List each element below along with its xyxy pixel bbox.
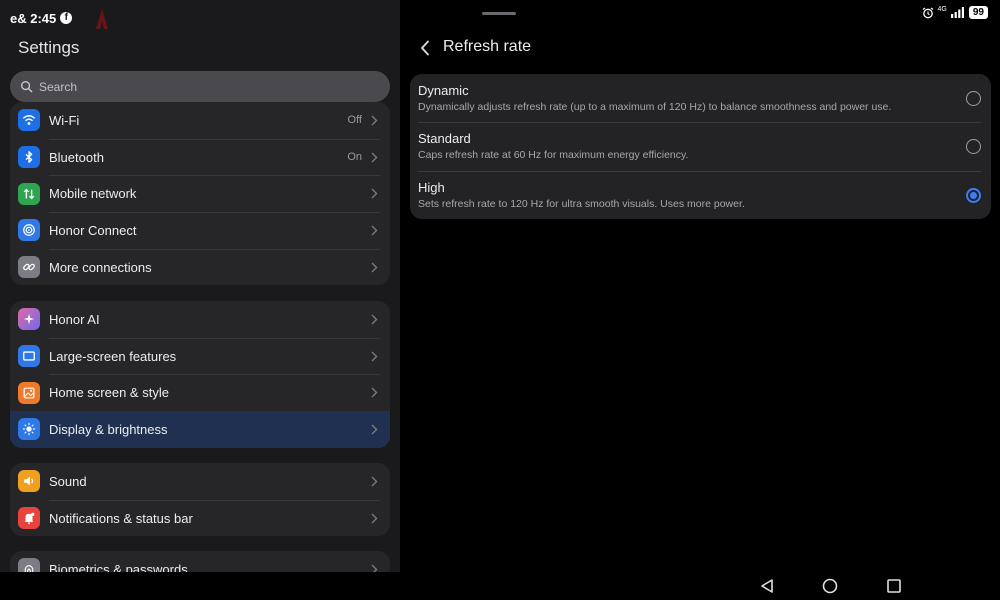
pane-drag-handle[interactable] [482, 12, 516, 15]
search-icon [20, 80, 33, 93]
settings-item-label: Mobile network [49, 186, 137, 202]
nav-back-button[interactable] [758, 578, 776, 594]
settings-item-label: Honor AI [49, 311, 100, 327]
triangle-back-icon [761, 579, 773, 593]
option-description: Caps refresh rate at 60 Hz for maximum e… [418, 149, 689, 162]
network-type: 4G [937, 6, 947, 13]
chevron-right-icon [368, 314, 380, 325]
option-title: High [418, 179, 445, 195]
settings-pane: e& 2:45 f Settings Wi-Fi Off Bluetooth O… [0, 0, 400, 600]
alarm-icon [922, 7, 933, 18]
page-title: Refresh rate [443, 38, 532, 55]
carrier-time: e& 2:45 [10, 10, 57, 26]
sparkle-icon [18, 308, 40, 331]
back-button[interactable] [420, 38, 436, 58]
refresh-rate-pane: 4G 99 Refresh rate Dynamic Dynamically a… [400, 0, 1000, 600]
large-screen-icon [18, 345, 40, 368]
settings-item-more-connections[interactable]: More connections [10, 248, 390, 286]
chevron-left-icon [421, 40, 429, 56]
chevron-right-icon [368, 262, 380, 273]
battery-indicator: 99 [968, 6, 988, 19]
settings-item-bluetooth[interactable]: Bluetooth On [10, 138, 390, 176]
settings-item-notifications-status-bar[interactable]: Notifications & status bar [10, 499, 390, 537]
link-icon [18, 256, 40, 279]
bluetooth-icon [18, 146, 40, 169]
option-standard[interactable]: Standard Caps refresh rate at 60 Hz for … [410, 122, 991, 170]
navigation-bar-background [0, 572, 400, 600]
chevron-right-icon [368, 115, 380, 126]
signal-icon [950, 7, 964, 18]
settings-item-label: Home screen & style [49, 385, 169, 401]
facebook-icon: f [60, 12, 73, 24]
nav-home-button[interactable] [821, 578, 839, 594]
settings-item-home-screen-style[interactable]: Home screen & style [10, 374, 390, 411]
option-dynamic[interactable]: Dynamic Dynamically adjusts refresh rate… [410, 74, 991, 122]
connectivity-group: Wi-Fi Off Bluetooth On Mobile network Ho… [10, 102, 390, 286]
chevron-right-icon [368, 351, 380, 362]
search-bar[interactable] [10, 71, 390, 102]
option-high[interactable]: High Sets refresh rate to 120 Hz for ult… [410, 170, 991, 219]
wifi-icon [18, 109, 40, 132]
speaker-icon [18, 470, 40, 493]
settings-item-label: Notifications & status bar [49, 510, 193, 526]
radio-dynamic[interactable] [966, 91, 981, 106]
option-description: Sets refresh rate to 120 Hz for ultra sm… [418, 197, 745, 210]
settings-item-sound[interactable]: Sound [10, 463, 390, 500]
features-group: Honor AI Large-screen features Home scre… [10, 301, 390, 448]
sun-icon [18, 418, 40, 441]
radio-high[interactable] [966, 187, 981, 203]
status-bar-left: e& 2:45 f [10, 7, 110, 29]
chevron-right-icon [368, 424, 380, 435]
settings-item-label: Large-screen features [49, 348, 177, 364]
circle-home-icon [822, 578, 838, 594]
mobile-data-icon [18, 182, 40, 205]
settings-item-label: Bluetooth [49, 149, 104, 165]
chevron-right-icon [368, 152, 380, 163]
chevron-right-icon [368, 225, 380, 236]
settings-item-display-brightness[interactable]: Display & brightness [10, 411, 390, 448]
square-recents-icon [887, 579, 901, 593]
sound-notifications-group: Sound Notifications & status bar [10, 463, 390, 537]
chevron-right-icon [368, 387, 380, 398]
settings-item-value: On [347, 151, 362, 164]
search-input[interactable] [39, 79, 339, 94]
settings-item-value: Off [347, 114, 362, 127]
status-bar-right: 4G 99 [922, 6, 988, 19]
option-title: Dynamic [418, 83, 469, 98]
option-description: Dynamically adjusts refresh rate (up to … [418, 101, 892, 113]
chevron-right-icon [368, 513, 380, 524]
settings-item-honor-ai[interactable]: Honor AI [10, 301, 390, 338]
option-title: Standard [418, 131, 471, 147]
settings-item-honor-connect[interactable]: Honor Connect [10, 212, 390, 249]
settings-item-mobile-network[interactable]: Mobile network [10, 175, 390, 212]
page-title: Settings [18, 38, 80, 57]
navigation-bar [400, 572, 1000, 600]
settings-item-label: More connections [49, 259, 152, 275]
refresh-rate-options: Dynamic Dynamically adjusts refresh rate… [410, 74, 991, 219]
chevron-right-icon [368, 476, 380, 487]
chevron-right-icon [368, 188, 380, 199]
settings-item-wifi[interactable]: Wi-Fi Off [10, 102, 390, 139]
radio-standard[interactable] [966, 139, 981, 155]
image-icon [18, 381, 40, 404]
nav-recents-button[interactable] [885, 578, 903, 594]
honor-connect-icon [18, 219, 40, 242]
bell-icon [18, 507, 40, 530]
settings-item-large-screen-features[interactable]: Large-screen features [10, 337, 390, 375]
settings-item-label: Honor Connect [49, 222, 137, 238]
settings-item-label: Display & brightness [49, 421, 168, 437]
app-logo-icon [94, 7, 110, 29]
settings-item-label: Sound [49, 473, 87, 489]
settings-item-label: Wi-Fi [49, 112, 80, 128]
